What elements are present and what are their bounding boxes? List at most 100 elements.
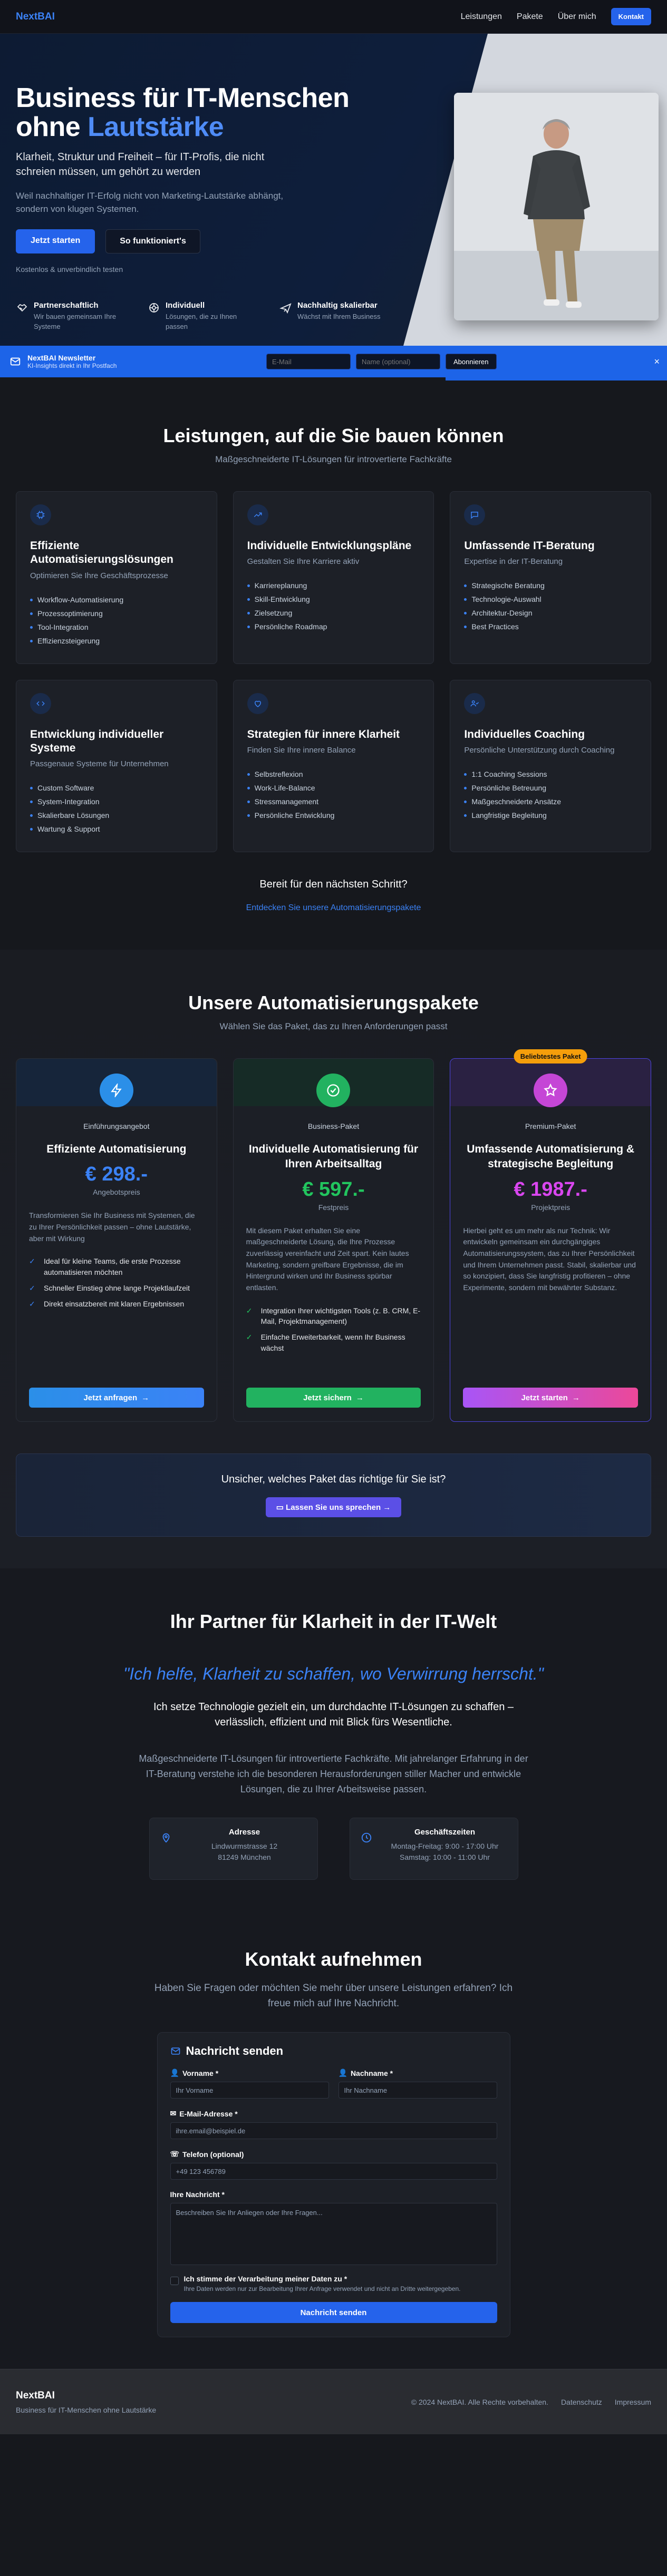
first-name-input[interactable]: Ihr Vorname	[170, 2082, 329, 2099]
email-label: ✉ E-Mail-Adresse *	[170, 2109, 238, 2118]
service-card[interactable]: Individuelles Coaching Persönliche Unter…	[450, 679, 651, 852]
service-title: Umfassende IT-Beratung	[464, 540, 595, 552]
service-item: 1:1 Coaching Sessions	[464, 767, 637, 781]
package-secure-button[interactable]: Jetzt sichern →	[246, 1388, 421, 1408]
service-item: Tool-Integration	[30, 620, 203, 634]
phone-input[interactable]: +49 123 456789	[170, 2163, 497, 2180]
chat-icon	[464, 504, 486, 525]
package-description: Transformieren Sie Ihr Business mit Syst…	[29, 1211, 195, 1243]
newsletter-name-input[interactable]	[356, 354, 440, 369]
about-lead: Ich setze Technologie gezielt ein, um du…	[153, 1701, 514, 1728]
package-price: € 597.-	[302, 1178, 365, 1201]
nav-links: Leistungen Pakete Über mich Kontakt	[461, 8, 651, 25]
users-icon	[464, 692, 486, 714]
form-title: Nachricht senden	[170, 2044, 497, 2058]
package-price-type: Angebotspreis	[93, 1188, 140, 1197]
package-feature: ✓ Schneller Einstieg ohne lange Projektla…	[29, 1283, 204, 1293]
last-name-input[interactable]: Ihr Nachname	[338, 2082, 497, 2099]
message-textarea[interactable]: Beschreiben Sie Ihr Anliegen oder Ihre F…	[170, 2203, 497, 2266]
about-title: Ihr Partner für Klarheit in der IT-Welt	[170, 1611, 497, 1632]
service-tagline: Optimieren Sie Ihre Geschäftsprozesse	[30, 571, 168, 580]
nav-link-ueber-mich[interactable]: Über mich	[558, 12, 596, 22]
consent-checkbox[interactable]	[170, 2277, 179, 2286]
services-next-step: Bereit für den nächsten Schritt? Entdeck…	[16, 879, 651, 913]
services-grid: Effiziente Automatisierungslösungen Opti…	[16, 491, 651, 852]
package-title: Umfassende Automatisierung & strategisch…	[467, 1143, 635, 1170]
service-card[interactable]: Entwicklung individueller Systeme Passge…	[16, 679, 217, 852]
consent-row: Ich stimme der Verarbeitung meiner Daten…	[170, 2275, 497, 2292]
package-price: € 1987.-	[514, 1178, 587, 1201]
last-name-label: 👤 Nachname *	[338, 2068, 393, 2077]
service-title: Individuelles Coaching	[464, 728, 585, 740]
next-step-question: Bereit für den nächsten Schritt?	[259, 879, 408, 890]
explore-packages-link[interactable]: Entdecken Sie unsere Automatisierungspak…	[246, 903, 421, 913]
service-card[interactable]: Umfassende IT-Beratung Expertise in der …	[450, 491, 651, 664]
arrow-right-icon: →	[141, 1393, 150, 1402]
newsletter-subscribe-button[interactable]: Abonnieren	[446, 354, 497, 369]
address-title: Adresse	[228, 1828, 260, 1837]
service-item: Work-Life-Balance	[247, 781, 420, 795]
package-feature: ✓ Ideal für kleine Teams, die erste Proze…	[29, 1256, 204, 1277]
newsletter-email-input[interactable]	[266, 354, 351, 369]
footer-tagline: Business für IT-Menschen ohne Lautstärke	[16, 2405, 157, 2414]
feature-title: Nachhaltig skalierbar	[297, 301, 378, 310]
packages-subtitle: Wählen Sie das Paket, das zu Ihren Anfor…	[219, 1021, 448, 1031]
about-info: Adresse Lindwurmstrasse 12 81249 München…	[16, 1818, 651, 1880]
service-item: Persönliche Betreuung	[464, 781, 637, 795]
newsletter-accent-strip	[0, 377, 667, 383]
mail-icon	[9, 356, 21, 367]
footer-link-imprint[interactable]: Impressum	[615, 2398, 651, 2406]
address-line: 81249 München	[218, 1852, 271, 1861]
user-icon: 👤	[338, 2068, 347, 2077]
service-item: Zielsetzung	[247, 606, 420, 620]
package-request-button[interactable]: Jetzt anfragen →	[29, 1388, 204, 1408]
packages-title: Unsere Automatisierungspakete	[188, 992, 479, 1013]
newsletter-bar: NextBAI Newsletter KI-Insights direkt in…	[0, 346, 667, 377]
send-message-button[interactable]: Nachricht senden	[170, 2302, 497, 2324]
email-input[interactable]: ihre.email@beispiel.de	[170, 2122, 497, 2140]
hero-feature: Individuell Lösungen, die zu Ihnen passen	[148, 301, 258, 331]
service-tagline: Persönliche Unterstützung durch Coaching	[464, 745, 615, 755]
service-item: Prozessoptimierung	[30, 607, 203, 620]
service-item: Strategische Beratung	[464, 579, 637, 592]
check-icon: ✓	[246, 1306, 253, 1315]
service-item: Karriereplanung	[247, 579, 420, 592]
hero-subtitle: Klarheit, Struktur und Freiheit – für IT…	[16, 151, 265, 178]
service-card[interactable]: Individuelle Entwicklungspläne Gestalten…	[233, 491, 434, 664]
service-card[interactable]: Effiziente Automatisierungslösungen Opti…	[16, 491, 217, 664]
footer-link-privacy[interactable]: Datenschutz	[561, 2398, 602, 2406]
service-item: Wartung & Support	[30, 822, 203, 836]
package-price-type: Projektpreis	[531, 1203, 571, 1212]
service-item: System-Integration	[30, 795, 203, 808]
about-section: Ihr Partner für Klarheit in der IT-Welt …	[0, 1568, 667, 1912]
hero-start-button[interactable]: Jetzt starten	[16, 229, 95, 254]
logo[interactable]: NextBAI	[16, 11, 55, 23]
nav-link-pakete[interactable]: Pakete	[517, 12, 543, 22]
check-icon: ✓	[246, 1333, 253, 1342]
newsletter-close-icon[interactable]: ×	[654, 356, 660, 367]
chip-icon	[30, 504, 51, 525]
service-item: Selbstreflexion	[247, 767, 420, 781]
service-title: Effiziente Automatisierungslösungen	[30, 540, 173, 566]
check-icon: ✓	[29, 1284, 35, 1292]
user-icon: 👤	[170, 2068, 179, 2077]
consent-note: Ihre Daten werden nur zur Bearbeitung Ih…	[183, 2285, 461, 2293]
code-icon	[30, 692, 51, 714]
newsletter-form: Abonnieren	[266, 354, 497, 369]
service-card[interactable]: Strategien für innere Klarheit Finden Si…	[233, 679, 434, 852]
handshake-icon	[16, 301, 28, 314]
hero-description: Weil nachhaltiger IT-Erfolg nicht von Ma…	[16, 191, 284, 214]
nav-link-leistungen[interactable]: Leistungen	[461, 12, 502, 22]
clock-icon	[361, 1832, 375, 1847]
bolt-icon	[99, 1074, 133, 1107]
nav-contact-button[interactable]: Kontakt	[611, 8, 651, 25]
hours-line: Montag-Freitag: 9:00 - 17:00 Uhr	[391, 1842, 499, 1851]
package-start-button[interactable]: Jetzt starten →	[463, 1388, 638, 1408]
popular-badge: Beliebtestes Paket	[514, 1049, 587, 1063]
phone-icon: ☏	[170, 2150, 180, 2159]
lets-talk-button[interactable]: ▭ Lassen Sie uns sprechen →	[265, 1497, 402, 1517]
hero-portrait-image	[454, 93, 659, 320]
service-item: Workflow-Automatisierung	[30, 593, 203, 607]
hero-how-it-works-button[interactable]: So funktioniert's	[105, 229, 200, 254]
package-feature: ✓ Integration Ihrer wichtigsten Tools (z.…	[246, 1305, 421, 1327]
